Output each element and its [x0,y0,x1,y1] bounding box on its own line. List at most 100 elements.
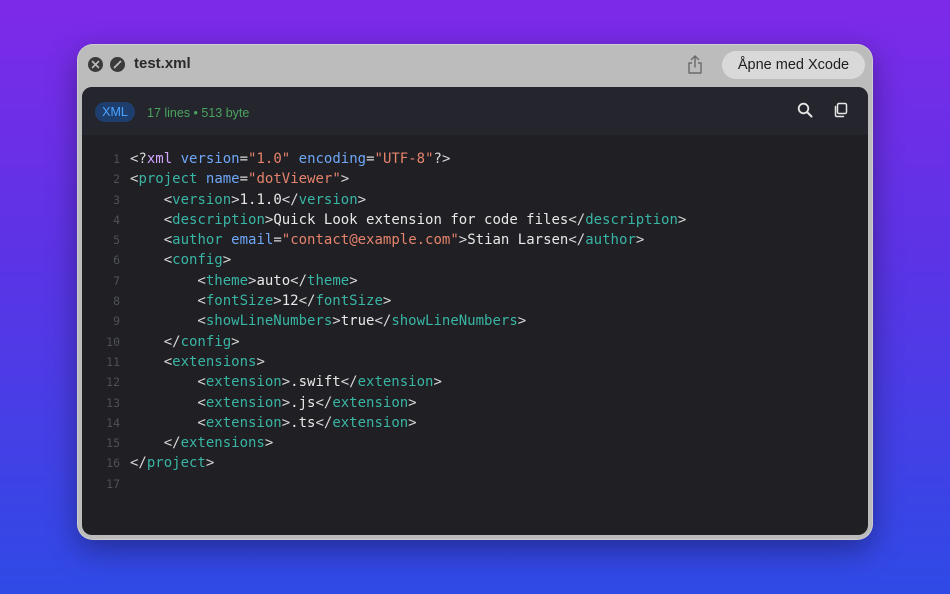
code-token: Quick Look extension for code files [273,211,569,228]
code-line: 7 <theme>auto</theme> [82,271,868,291]
code-token: < [130,211,173,228]
code-token: author [172,232,223,249]
code-token: "contact@example.com" [281,232,459,249]
line-number: 13 [106,395,120,410]
code-line: 2 <project name="dotViewer"> [82,169,868,189]
code-line: 8 <fontSize>12</fontSize> [82,291,868,311]
code-token: extension [332,414,409,431]
line-number: 15 [106,436,120,451]
code-token: > [231,191,240,208]
line-source: <?xml version="1.0" encoding="UTF-8"?> [130,149,450,169]
file-info: 17 lines • 513 byte [147,106,250,120]
search-button[interactable] [796,101,814,119]
line-number: 4 [113,212,120,227]
code-token: > [332,313,341,330]
code-token: xml [146,151,173,167]
title-bar: test.xml Åpne med Xcode [77,44,873,86]
code-token: encoding [298,151,367,167]
code-token: = [273,232,282,249]
code-token: author [585,232,636,249]
line-number: 7 [113,273,120,288]
code-token: < [130,353,173,370]
code-token: project [146,455,206,472]
code-token: > [281,374,291,391]
code-line: 9 <showLineNumbers>true</showLineNumbers… [82,311,868,331]
language-badge: XML [95,102,135,122]
code-token: true [340,313,375,330]
code-token: extension [205,414,282,431]
code-token: = [239,151,249,167]
code-line: 14 <extension>.ts</extension> [82,413,868,433]
code-line: 5 <author email="contact@example.com">St… [82,230,868,250]
code-token: extension [332,394,409,411]
code-token: < [130,313,206,330]
code-token: auto [256,272,291,289]
preview-header: XML 17 lines • 513 byte [82,87,868,135]
code-line: 11 <extensions> [82,352,868,372]
code-token: theme [307,272,350,289]
code-line: 4 <description>Quick Look extension for … [82,210,868,230]
code-token: version [180,151,240,167]
code-token: > [222,252,232,269]
file-name: test.xml [134,55,191,72]
line-source: <description>Quick Look extension for co… [130,210,687,230]
line-number: 10 [106,334,120,349]
code-token: config [180,333,232,350]
code-token: description [172,211,265,228]
code-view[interactable]: 1 <?xml version="1.0" encoding="UTF-8"?> 2… [82,149,868,494]
code-token: </ [374,313,392,330]
code-token: "1.0" [248,151,291,167]
code-token: > [433,374,442,391]
code-token: = [239,171,249,188]
code-token: < [130,414,206,431]
line-source: <extensions> [130,352,265,372]
code-token: name [205,171,240,188]
code-token: </ [315,394,333,411]
copy-button[interactable] [832,101,850,119]
code-token: > [357,191,367,208]
code-token: > [677,211,687,228]
code-token: extension [205,394,282,411]
code-line: 3 <version>1.1.0</version> [82,190,868,210]
code-line: 13 <extension>.js</extension> [82,393,868,413]
code-token: project [138,171,198,188]
line-number: 16 [106,456,120,471]
code-token: version [298,191,358,208]
line-number: 14 [106,415,120,430]
code-token: < [130,394,206,411]
fullscreen-button[interactable] [110,57,125,72]
line-number: 8 [113,294,120,309]
code-token: 12 [281,293,299,310]
code-token: > [281,414,291,431]
code-token: </ [290,272,308,289]
code-token: description [585,211,678,228]
line-source: <theme>auto</theme> [130,271,357,291]
copy-icon [834,102,848,118]
line-source: <author email="contact@example.com">Stia… [130,230,645,250]
code-token: > [408,394,417,411]
code-token: fontSize [315,293,383,310]
code-token: "dotViewer" [248,171,341,188]
search-icon [797,102,813,118]
code-token: </ [130,435,181,452]
code-line: 1 <?xml version="1.0" encoding="UTF-8"?> [82,149,868,169]
code-token: > [517,313,527,330]
line-number: 1 [113,152,120,166]
line-number: 12 [106,375,120,390]
line-source: <version>1.1.0</version> [130,190,366,210]
code-token: <? [130,151,147,167]
line-source: <project name="dotViewer"> [130,169,349,189]
code-token: < [130,374,206,391]
code-token: showLineNumbers [205,313,333,330]
line-source: </extensions> [130,433,274,453]
share-button[interactable] [685,54,705,76]
open-with-xcode-button[interactable]: Åpne med Xcode [722,51,865,79]
code-token: > [264,435,274,452]
close-button[interactable] [88,57,103,72]
code-token: extensions [180,435,265,452]
line-source: <extension>.swift</extension> [130,372,442,392]
